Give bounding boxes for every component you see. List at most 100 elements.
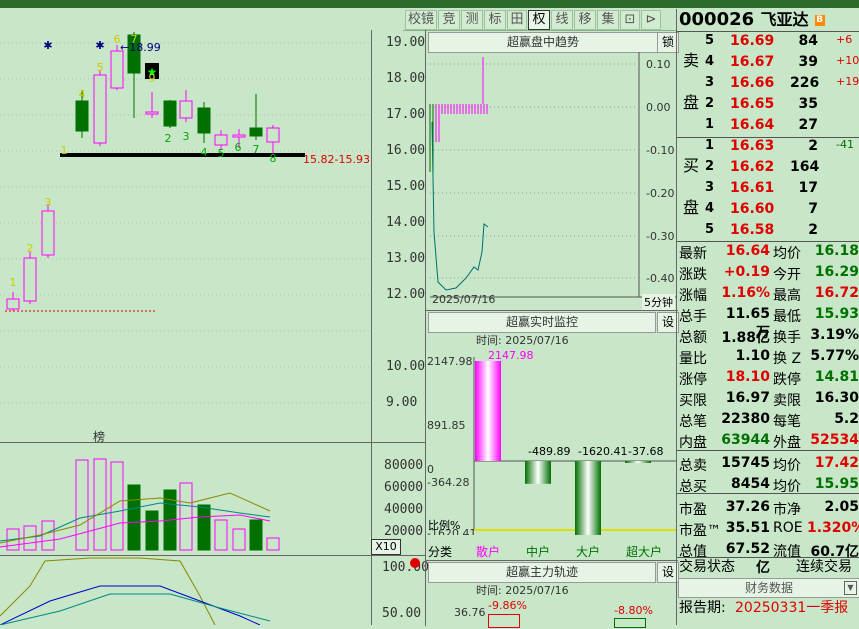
buy-price[interactable]: 16.60 [730, 201, 774, 217]
count-number: 6 [235, 141, 242, 154]
monitor-y-tick: 891.85 [427, 419, 466, 432]
toolbar-button-7[interactable]: 移 [574, 10, 596, 30]
candle-body [214, 134, 228, 146]
alert-icon[interactable] [410, 558, 420, 568]
candle-body [197, 107, 211, 134]
main-force-panel: 超赢主力轨迹 设 时间: 2025/07/16 36.76 -9.86% -8.… [425, 560, 679, 628]
quote-label: 市盈 [679, 502, 707, 518]
sell-price[interactable]: 16.66 [730, 75, 774, 91]
toolbar-button-6[interactable]: 线 [551, 10, 573, 30]
toolbar-button-9[interactable]: ⊡ [620, 10, 640, 30]
kline-svg: ★✱ ✱ ←18.9915.82-15.9312 34 5 6 789123456 7 [0, 32, 371, 404]
kline-y-tick: 17.00 [386, 107, 426, 122]
count-number: 2 [27, 242, 34, 255]
quote-value: 15745 [721, 455, 770, 471]
stock-badge: B [814, 14, 825, 26]
count-number: 1 [61, 144, 68, 157]
volume-bar [214, 519, 228, 551]
finance-data-header[interactable]: 财务数据 ▼ [678, 578, 859, 598]
indicator-y-tick: 50.00 [382, 606, 422, 621]
quote-value: 16.30 [814, 390, 859, 406]
quote-label: 跌停 [773, 372, 801, 388]
indicator-svg [0, 557, 271, 626]
sell-price[interactable]: 16.64 [730, 117, 774, 133]
monitor-y-tick: -364.28 [427, 476, 469, 489]
toolbar-button-8[interactable]: 集 [597, 10, 619, 30]
buy-price[interactable]: 16.62 [730, 159, 774, 175]
quote-value: 16.64 [725, 243, 770, 259]
sell-level: 5 [705, 33, 715, 48]
volume-bar [145, 510, 159, 551]
quote-label: 总笔 [679, 414, 707, 430]
intraday-y-tick: -0.30 [646, 230, 674, 243]
toolbar-button-10[interactable]: ⊳ [641, 10, 661, 30]
chevron-down-icon[interactable]: ▼ [844, 581, 857, 595]
monitor-bar [475, 361, 501, 461]
candle-body [163, 100, 177, 127]
intraday-line [431, 121, 489, 291]
quote-label: 外盘 [773, 435, 801, 451]
kline-y-tick: 18.00 [386, 71, 426, 86]
divider [677, 31, 859, 32]
indicator-chart[interactable] [0, 556, 371, 626]
sell-price[interactable]: 16.67 [730, 54, 774, 70]
top-menu-bar [0, 0, 859, 8]
quote-label: 流值 [773, 544, 801, 560]
volume-y-tick: 20000 [384, 524, 424, 539]
toolbar-button-2[interactable]: 测 [461, 10, 483, 30]
sell-side-label-1: 卖 [683, 51, 700, 70]
stock-name: 飞亚达 [760, 10, 809, 29]
count-number: 8 [270, 152, 277, 165]
buy-price[interactable]: 16.58 [730, 222, 774, 238]
chart-toolbar: 校镜竞测标田权线移集 ⊡ ⊳ [403, 9, 677, 31]
buy-price[interactable]: 16.63 [730, 138, 774, 154]
quote-label: 最新 [679, 246, 707, 262]
sell-price[interactable]: 16.65 [730, 96, 774, 112]
sell-price[interactable]: 16.69 [730, 33, 774, 49]
sell-volume: 27 [798, 117, 818, 133]
quote-value: 15.95 [814, 476, 859, 492]
quote-label: 最低 [773, 309, 801, 325]
finance-data-label: 财务数据 [744, 581, 793, 595]
volume-bar [197, 504, 211, 551]
quote-label: 买限 [679, 393, 707, 409]
main-force-label-1: -9.86% [488, 599, 527, 612]
candle-body [75, 100, 89, 132]
buy-level: 5 [705, 222, 715, 237]
period-button[interactable]: 5分钟 [642, 294, 675, 310]
candle-body [110, 50, 124, 89]
candle-body [93, 74, 107, 144]
toolbar-button-5[interactable]: 权 [528, 10, 550, 30]
volume-bar [179, 482, 193, 551]
indicator-line [0, 557, 216, 626]
volume-svg [0, 458, 280, 551]
count-number: 4 [79, 88, 86, 101]
high-price-label: ←18.99 [120, 41, 161, 54]
category-label: 分类 [428, 545, 453, 559]
candle-body [266, 127, 280, 143]
buy-volume: 2 [808, 222, 818, 238]
quote-label: 内盘 [679, 435, 707, 451]
quote-label: 涨停 [679, 372, 707, 388]
quote-label: 今开 [773, 267, 801, 283]
kline-chart[interactable]: ★ ✱ ✱ ←18.99 15.82-15.93 1 2 3 4 5 6 7 8 9 1 2 3 4 5 6 7 [0, 30, 371, 442]
sell-volume: 226 [790, 75, 820, 91]
monitor-title: 超赢实时监控 [428, 312, 656, 333]
toolbar-button-3[interactable]: 标 [484, 10, 506, 30]
volume-y-tick: 80000 [384, 458, 424, 473]
toolbar-button-0[interactable]: 校镜 [405, 10, 437, 30]
range-label: 15.82-15.93 [303, 153, 370, 166]
volume-unit-button[interactable]: X10 [371, 539, 401, 555]
toolbar-button-4[interactable]: 田 [507, 10, 527, 30]
sell-change: +6 [836, 33, 853, 46]
volume-chart[interactable] [0, 443, 371, 555]
sell-volume: 35 [798, 96, 818, 112]
buy-price[interactable]: 16.61 [730, 180, 774, 196]
quote-value: 52534 [810, 432, 859, 448]
quote-value: 1.10 [735, 348, 770, 364]
count-number: 9 [149, 72, 156, 85]
kline-y-tick: 14.00 [386, 215, 426, 230]
quote-value: 16.72 [814, 285, 859, 301]
volume-bar [75, 459, 89, 551]
toolbar-button-1[interactable]: 竞 [438, 10, 460, 30]
